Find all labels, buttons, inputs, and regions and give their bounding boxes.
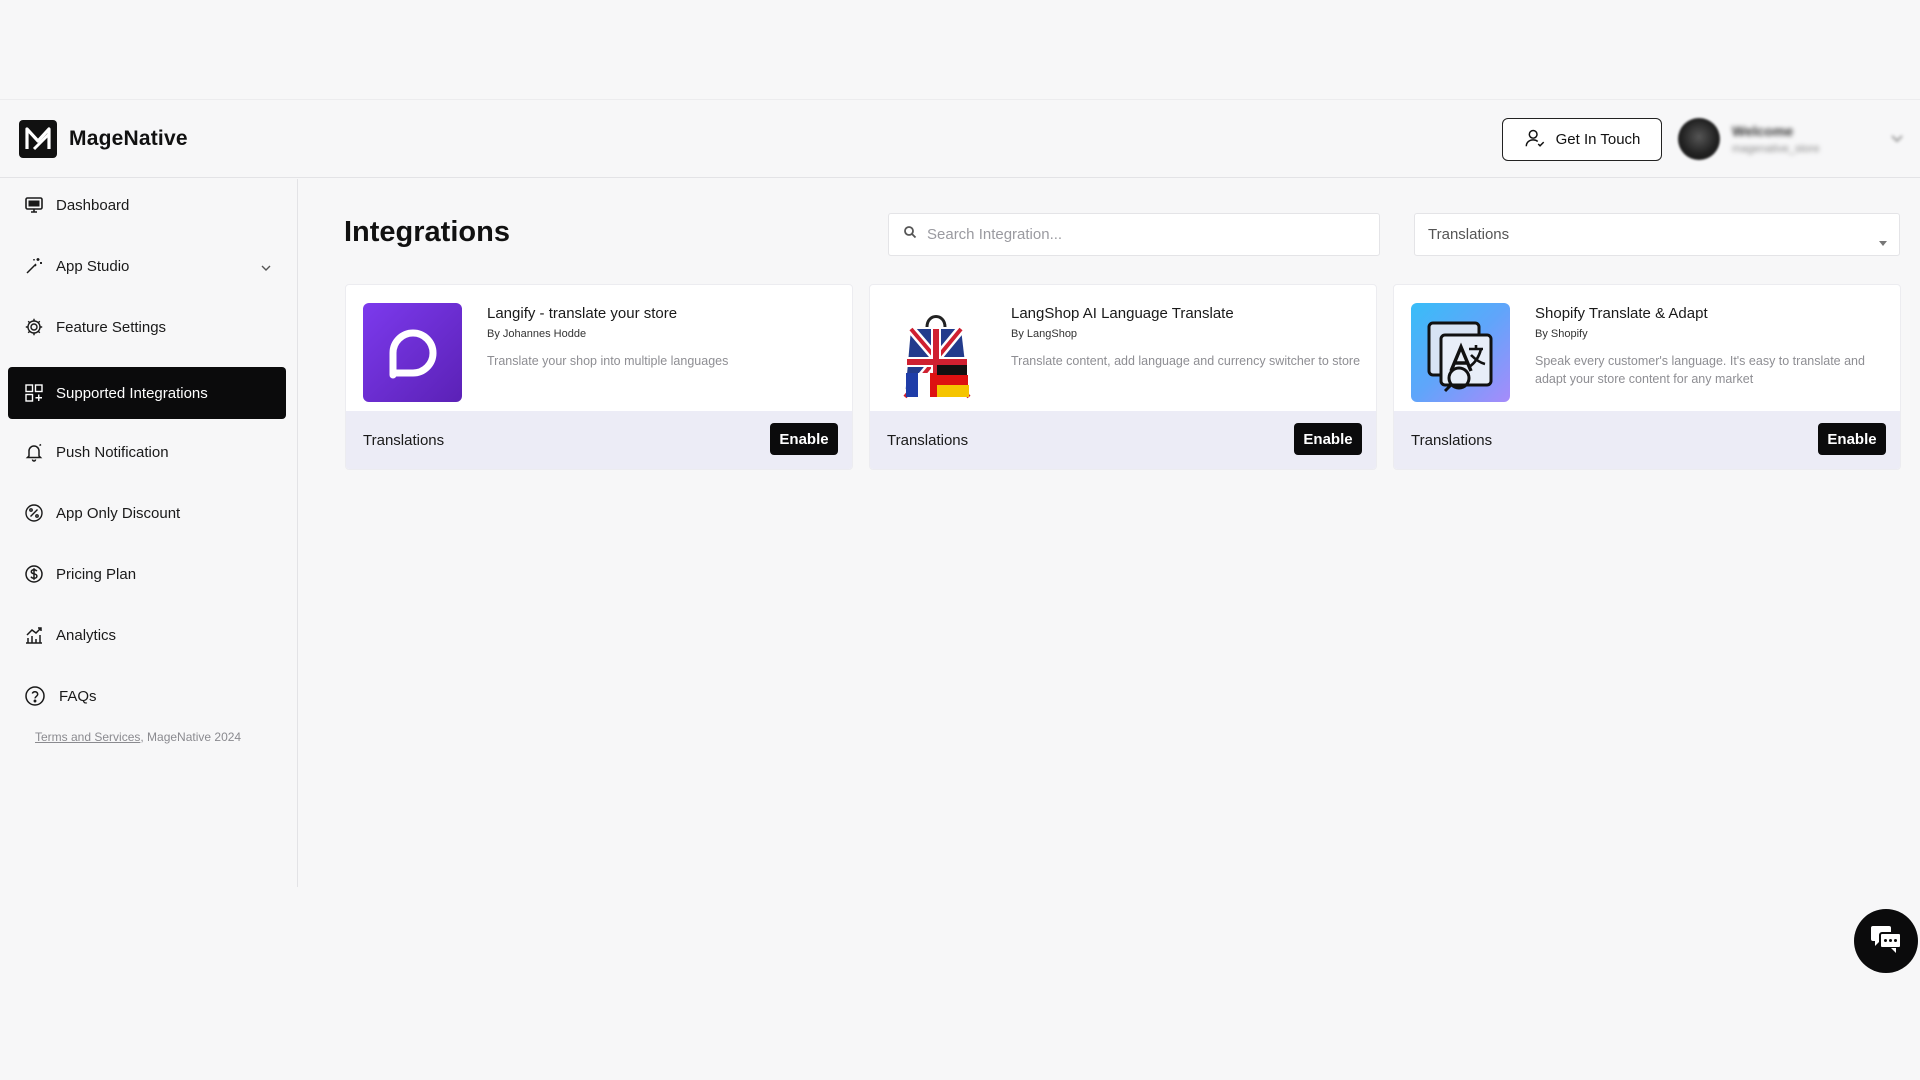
sidebar-item-dashboard[interactable]: Dashboard [8,179,286,231]
user-greeting: Welcome [1732,123,1794,139]
integration-name: Shopify Translate & Adapt [1535,305,1708,322]
chart-icon [22,623,46,647]
integration-card-shopify-translate: Shopify Translate & Adapt By Shopify Spe… [1393,284,1901,470]
sidebar-item-label: App Only Discount [56,504,181,522]
get-in-touch-button[interactable]: Get In Touch [1502,118,1662,161]
card-footer: Translations Enable [1394,411,1900,469]
chevron-down-icon[interactable] [260,259,272,276]
category-select[interactable]: Translations [1414,213,1900,256]
sidebar-item-label: Analytics [56,626,117,644]
sidebar-item-label: Supported Integrations [56,384,208,402]
langify-logo-icon [363,303,462,402]
integration-category: Translations [363,431,445,449]
integration-card-langify: Langify - translate your store By Johann… [345,284,853,470]
sidebar-item-analytics[interactable]: Analytics [8,609,286,661]
sidebar-item-label: Pricing Plan [56,565,137,583]
monitor-icon [22,193,46,217]
integration-name: Langify - translate your store [487,305,678,322]
integration-description: Speak every customer's language. It's ea… [1535,354,1865,386]
magenative-logo-icon [19,120,57,158]
sidebar-item-push-notification[interactable]: Push Notification [8,426,286,478]
magic-wand-icon [22,254,46,278]
integration-author: By Shopify [1535,328,1588,340]
sidebar-item-label: Feature Settings [56,318,167,336]
search-icon [903,225,917,244]
sidebar-item-app-only-discount[interactable]: App Only Discount [8,487,286,539]
user-menu[interactable]: Welcome magenative_store [1678,117,1908,161]
sidebar-item-faqs[interactable]: FAQs [8,670,286,722]
sidebar: Dashboard App Studio Feature Settings Su… [0,179,298,887]
integration-description: Translate content, add language and curr… [1011,354,1361,368]
avatar [1678,118,1720,160]
dollar-circle-icon [22,562,46,586]
sidebar-item-label: Dashboard [56,196,130,214]
sidebar-item-label: Push Notification [56,443,169,461]
bell-icon [22,440,46,464]
percent-icon [22,501,46,525]
sidebar-item-app-studio[interactable]: App Studio [8,240,286,292]
gear-icon [22,315,46,339]
enable-button[interactable]: Enable [770,423,838,455]
chevron-down-icon[interactable] [1890,131,1904,149]
integration-description: Translate your shop into multiple langua… [487,354,729,368]
sidebar-item-label: App Studio [56,257,130,275]
card-footer: Translations Enable [346,411,852,469]
brand-logo[interactable]: MageNative [19,120,188,158]
integration-name: LangShop AI Language Translate [1011,305,1234,322]
shopify-translate-icon [1411,303,1510,402]
integration-card-langshop: LangShop AI Language Translate By LangSh… [869,284,1377,470]
sidebar-item-feature-settings[interactable]: Feature Settings [8,301,286,353]
brand-name: MageNative [69,127,188,150]
user-store: magenative_store [1732,143,1820,155]
apps-grid-icon [22,381,46,405]
integration-author: By Johannes Hodde [487,328,587,340]
user-outline-icon [1524,127,1546,153]
user-info: Welcome magenative_store [1732,123,1819,155]
copyright-text: , MageNative 2024 [140,730,242,744]
chat-bubble-icon [1869,924,1903,959]
enable-button[interactable]: Enable [1294,423,1362,455]
get-in-touch-label: Get In Touch [1555,131,1641,148]
sidebar-item-pricing-plan[interactable]: Pricing Plan [8,548,286,600]
caret-down-icon [1879,233,1887,250]
sidebar-item-supported-integrations[interactable]: Supported Integrations [8,367,286,419]
app-frame: MageNative Get In Touch Welcome magenati… [0,0,1920,1080]
integration-author: By LangShop [1011,328,1078,340]
terms-link[interactable]: Terms and Services [35,730,140,744]
search-input[interactable] [927,226,1367,243]
card-footer: Translations Enable [870,411,1376,469]
page-title: Integrations [344,216,510,248]
integration-category: Translations [887,431,969,449]
top-header: MageNative Get In Touch Welcome magenati… [0,99,1920,178]
integration-category: Translations [1411,431,1493,449]
enable-button[interactable]: Enable [1818,423,1886,455]
langshop-bag-icon [887,303,986,402]
question-circle-icon [23,684,47,708]
sidebar-footer: Terms and Services, MageNative 2024 [35,730,241,744]
chat-widget-button[interactable] [1854,909,1918,973]
sidebar-item-label: FAQs [59,687,97,705]
category-select-value: Translations [1428,226,1510,243]
search-field[interactable] [888,213,1380,256]
